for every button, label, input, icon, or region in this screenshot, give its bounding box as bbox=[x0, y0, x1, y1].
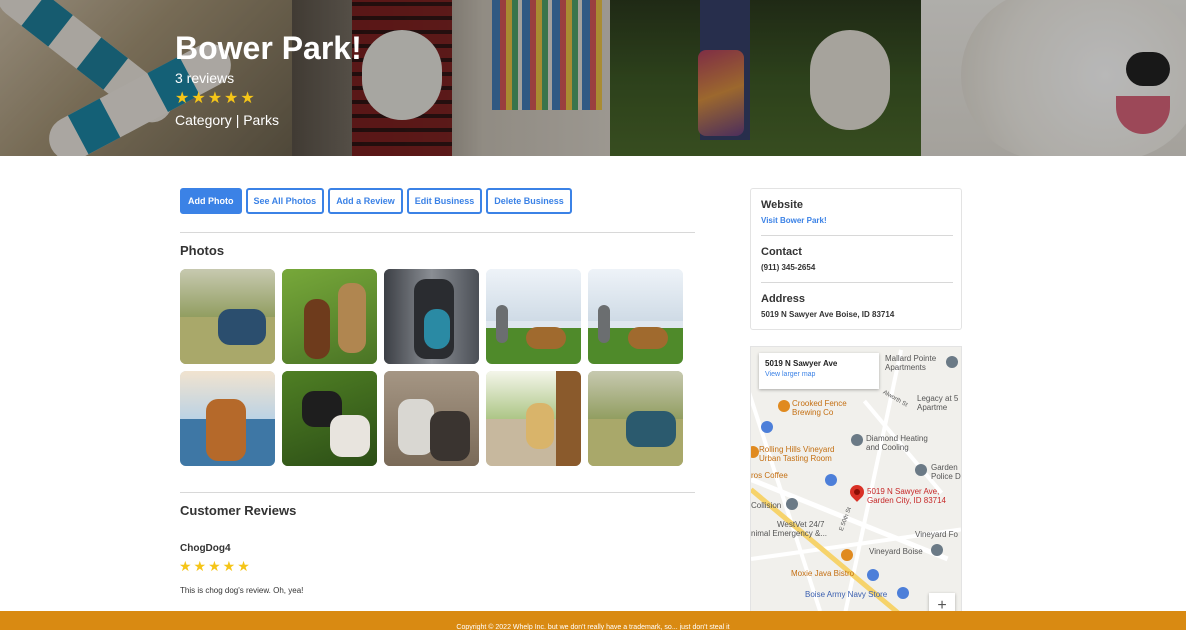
map-poi-label: WestVet 24/7 nimal Emergency &... bbox=[751, 520, 828, 538]
add-review-button[interactable]: Add a Review bbox=[328, 188, 403, 214]
map-poi-label: Vineyard Boise bbox=[869, 547, 923, 556]
map-info-card: 5019 N Sawyer Ave View larger map bbox=[759, 353, 879, 389]
photo-thumbnail[interactable] bbox=[384, 371, 479, 466]
map-pin-icon[interactable] bbox=[825, 474, 837, 486]
review-author: ChogDog4 bbox=[180, 543, 231, 554]
review-text: This is chog dog's review. Oh, yea! bbox=[180, 586, 304, 595]
map-pin-icon[interactable] bbox=[778, 400, 790, 412]
photo-thumbnail[interactable] bbox=[384, 269, 479, 364]
add-photo-button[interactable]: Add Photo bbox=[180, 188, 242, 214]
map-poi-label: Rolling Hills Vineyard Urban Tasting Room bbox=[759, 445, 835, 463]
map-pin-label: 5019 N Sawyer Ave, Garden City, ID 83714 bbox=[867, 487, 947, 505]
website-link[interactable]: Visit Bower Park! bbox=[761, 216, 827, 225]
business-title: Bower Park! bbox=[175, 30, 362, 66]
review-count: 3 reviews bbox=[175, 70, 235, 86]
photos-heading: Photos bbox=[180, 243, 225, 258]
photo-thumbnail[interactable] bbox=[282, 269, 377, 364]
photo-thumbnail[interactable] bbox=[282, 371, 377, 466]
map-pin-icon[interactable] bbox=[761, 421, 773, 433]
delete-business-button[interactable]: Delete Business bbox=[486, 188, 572, 214]
address-value: 5019 N Sawyer Ave Boise, ID 83714 bbox=[761, 310, 895, 319]
photo-thumbnail[interactable] bbox=[588, 269, 683, 364]
website-label: Website bbox=[761, 199, 803, 211]
map-pin-icon[interactable] bbox=[867, 569, 879, 581]
phone-number: (911) 345-2654 bbox=[761, 263, 816, 272]
business-info-card: Website Visit Bower Park! Contact (911) … bbox=[750, 188, 962, 330]
map-poi-label: Mallard Pointe Apartments bbox=[885, 354, 937, 372]
photo-thumbnail[interactable] bbox=[180, 269, 275, 364]
review-stars: ★★★★★ bbox=[179, 558, 252, 574]
photo-thumbnail[interactable] bbox=[486, 371, 581, 466]
map-card-title: 5019 N Sawyer Ave bbox=[765, 359, 838, 368]
map-embed[interactable]: 5019 N Sawyer Ave View larger map Mallar… bbox=[750, 346, 962, 614]
divider bbox=[180, 232, 695, 233]
map-poi-label: ros Coffee bbox=[751, 471, 788, 480]
contact-label: Contact bbox=[761, 246, 802, 258]
map-pin-icon[interactable] bbox=[946, 356, 958, 368]
see-all-photos-button[interactable]: See All Photos bbox=[245, 188, 325, 214]
footer: Copyright © 2022 Whelp Inc. but we don't… bbox=[0, 611, 1186, 630]
map-poi-label: Moxie Java Bistro bbox=[791, 569, 855, 578]
photo-thumbnail[interactable] bbox=[588, 371, 683, 466]
address-label: Address bbox=[761, 293, 806, 305]
location-pin-icon[interactable] bbox=[847, 482, 867, 502]
business-category: Category | Parks bbox=[175, 112, 280, 128]
map-pin-icon[interactable] bbox=[931, 544, 943, 556]
map-poi-label: Garden Police D bbox=[931, 463, 961, 481]
map-pin-icon[interactable] bbox=[841, 549, 853, 561]
map-poi-label: Crooked Fence Brewing Co bbox=[792, 399, 847, 417]
map-pin-icon[interactable] bbox=[915, 464, 927, 476]
photo-thumbnail[interactable] bbox=[486, 269, 581, 364]
map-poi-label: Collision bbox=[751, 501, 782, 510]
edit-business-button[interactable]: Edit Business bbox=[406, 188, 483, 214]
map-poi-label: Boise Army Navy Store bbox=[805, 590, 888, 599]
photo-thumbnail[interactable] bbox=[180, 371, 275, 466]
map-poi-label: Legacy at 5 Apartme bbox=[917, 394, 959, 412]
rating-stars: ★★★★★ bbox=[175, 90, 257, 107]
map-poi-label: Vineyard Fo bbox=[915, 530, 958, 539]
divider bbox=[180, 492, 695, 493]
action-buttons: Add Photo See All Photos Add a Review Ed… bbox=[180, 188, 572, 214]
map-pin-icon[interactable] bbox=[851, 434, 863, 446]
view-larger-map-link[interactable]: View larger map bbox=[765, 371, 873, 378]
map-pin-icon[interactable] bbox=[786, 498, 798, 510]
hero-banner: Bower Park! 3 reviews ★★★★★ Category | P… bbox=[0, 0, 1186, 156]
map-pin-icon[interactable] bbox=[751, 446, 759, 458]
map-street-label: Alworth St bbox=[881, 389, 909, 409]
hero-info: Bower Park! 3 reviews ★★★★★ Category | P… bbox=[175, 30, 362, 128]
map-pin-icon[interactable] bbox=[897, 587, 909, 599]
map-poi-label: Diamond Heating and Cooling bbox=[866, 434, 928, 452]
reviews-heading: Customer Reviews bbox=[180, 503, 297, 518]
